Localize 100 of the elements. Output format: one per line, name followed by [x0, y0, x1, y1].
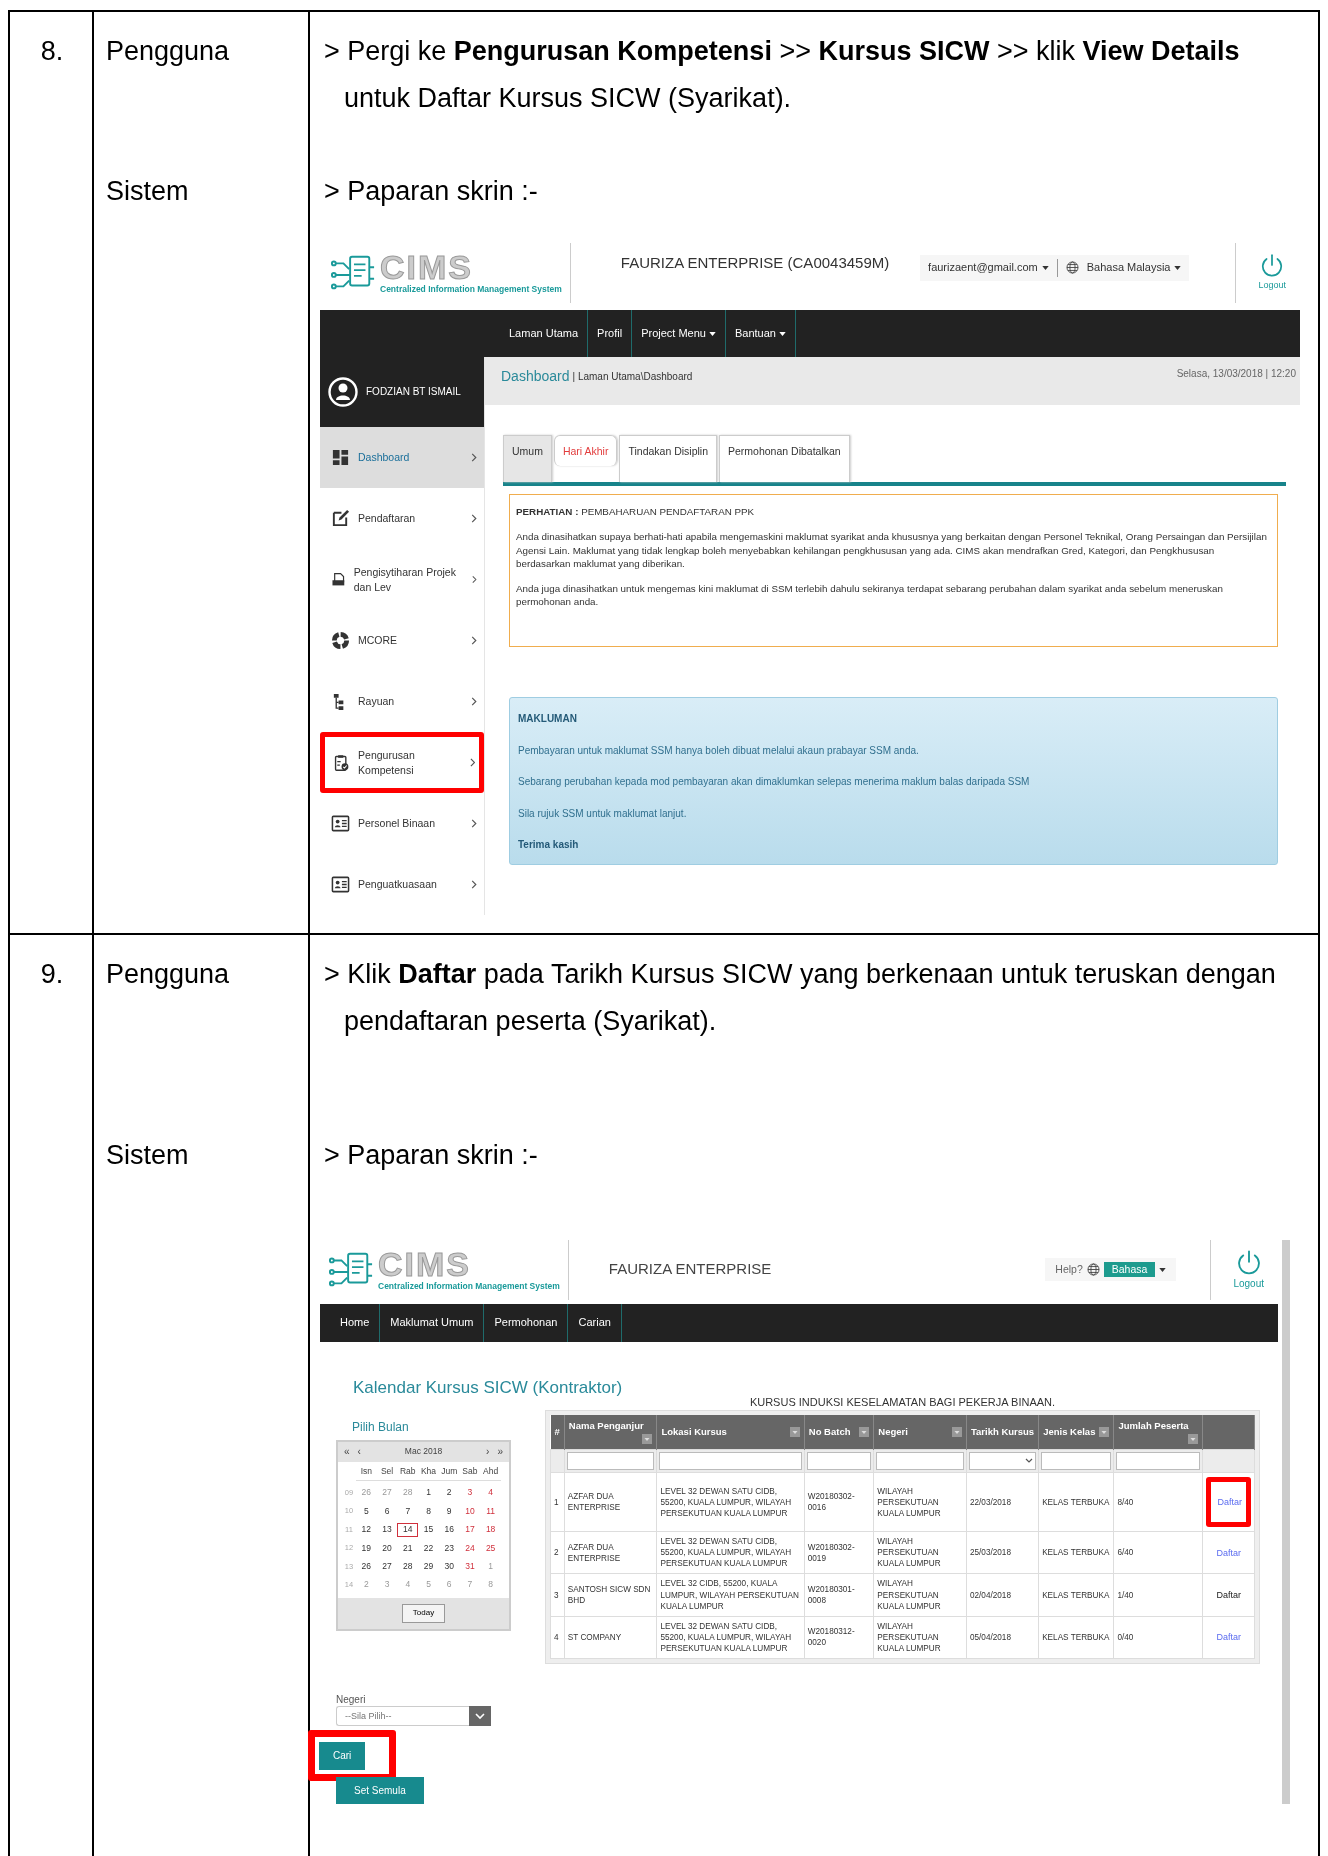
- nav-link[interactable]: Home: [330, 1303, 381, 1342]
- table-cell: 05/04/2018: [966, 1616, 1039, 1659]
- sidebar-item[interactable]: Pengisytiharan Projek dan Lev: [320, 549, 484, 610]
- calendar-day[interactable]: 13: [376, 1523, 398, 1537]
- calendar-nav-button[interactable]: ›: [486, 1444, 490, 1459]
- field-label: Pilih Bulan: [352, 1419, 410, 1436]
- weekday-label: Rab: [397, 1465, 419, 1482]
- filter-field[interactable]: [876, 1452, 964, 1471]
- calendar-day[interactable]: 22: [418, 1541, 439, 1555]
- table-cell: 3: [550, 1573, 565, 1617]
- calendar-day[interactable]: 11: [480, 1504, 501, 1519]
- caret-icon: [778, 331, 786, 336]
- column-header[interactable]: #: [554, 1425, 560, 1437]
- calendar-nav-button[interactable]: ‹: [357, 1444, 361, 1459]
- calendar-day[interactable]: 12: [356, 1523, 377, 1537]
- calendar-day[interactable]: 10: [459, 1504, 481, 1519]
- calendar-day[interactable]: 31: [459, 1560, 481, 1574]
- calendar-day[interactable]: 2: [438, 1486, 460, 1500]
- calendar-day[interactable]: 16: [438, 1523, 460, 1537]
- chevron-right-icon: [471, 819, 477, 828]
- action-button[interactable]: Cari: [319, 1742, 366, 1770]
- globe-icon: [1086, 1263, 1100, 1276]
- filter-icon: [1188, 1434, 1199, 1445]
- scrollbar[interactable]: [1282, 1239, 1290, 1805]
- calendar-day[interactable]: 7: [397, 1504, 419, 1519]
- column-header[interactable]: Negeri: [878, 1425, 908, 1437]
- table-cell: 8/40: [1113, 1472, 1203, 1532]
- calendar-day[interactable]: 14: [397, 1523, 419, 1537]
- chevron-right-icon: [471, 880, 477, 889]
- calendar-day[interactable]: 20: [376, 1541, 398, 1555]
- calendar-day[interactable]: 6: [376, 1504, 398, 1519]
- filter-field[interactable]: [566, 1452, 655, 1471]
- table-cell: LEVEL 32 DEWAN SATU CIDB, 55200, KUALA LUMPUR, WILAYAH PERSEKUTUAN KUALA LUMPUR: [656, 1531, 805, 1574]
- calendar-nav-button[interactable]: »: [497, 1444, 503, 1459]
- language-dropdown[interactable]: Bahasa Malaysia: [1086, 260, 1182, 275]
- register-link[interactable]: Daftar: [1216, 1547, 1241, 1558]
- action-button[interactable]: Set Semula: [336, 1776, 424, 1805]
- sidebar-item[interactable]: Pendaftaran: [320, 488, 484, 549]
- calendar-day[interactable]: 26: [356, 1560, 377, 1574]
- tab[interactable]: Umum: [503, 435, 552, 483]
- instruction-text: > Paparan skrin :-: [323, 1138, 539, 1172]
- nav-link[interactable]: Maklumat Umum: [380, 1303, 485, 1342]
- calendar-day[interactable]: 15: [418, 1523, 439, 1537]
- table-cell: 02/04/2018: [966, 1573, 1039, 1617]
- account-dropdown[interactable]: faurizaent@gmail.com: [928, 260, 1049, 275]
- help-link[interactable]: Help?: [1055, 1262, 1083, 1277]
- calendar-day[interactable]: 23: [438, 1541, 460, 1555]
- filter-field[interactable]: [1041, 1452, 1112, 1471]
- info-title: MAKLUMAN: [518, 712, 578, 726]
- calendar-day[interactable]: 1: [418, 1486, 439, 1500]
- sidebar-item[interactable]: MCORE: [320, 610, 484, 671]
- calendar-day[interactable]: 8: [418, 1504, 439, 1519]
- calendar-day[interactable]: 27: [376, 1560, 398, 1574]
- chevron-down-icon: [1025, 1458, 1034, 1465]
- sidebar-item[interactable]: Penguatkuasaan: [320, 854, 484, 915]
- column-header[interactable]: Lokasi Kursus: [661, 1425, 727, 1437]
- filter-select[interactable]: [968, 1452, 1037, 1471]
- calendar-day[interactable]: 30: [438, 1560, 460, 1574]
- logout-button[interactable]: Logout: [1258, 253, 1286, 292]
- calendar-day[interactable]: 5: [356, 1504, 377, 1519]
- filter-field[interactable]: [806, 1452, 872, 1471]
- nav-link[interactable]: Carian: [568, 1303, 622, 1342]
- register-link[interactable]: Daftar: [1217, 1497, 1242, 1508]
- calendar-day[interactable]: 17: [459, 1523, 481, 1537]
- caret-icon: [1174, 265, 1182, 270]
- today-button[interactable]: Today: [401, 1603, 446, 1623]
- calendar-day[interactable]: 21: [397, 1541, 419, 1555]
- sidebar-item[interactable]: Pengurusan Kompetensi: [320, 732, 484, 793]
- calendar-day[interactable]: 24: [459, 1541, 481, 1555]
- nav-link[interactable]: Permohonan: [484, 1303, 569, 1342]
- sidebar-item[interactable]: Personel Binaan: [320, 793, 484, 854]
- role-label: Sistem: [105, 1138, 190, 1172]
- calendar-day[interactable]: 18: [480, 1523, 501, 1537]
- instruction-text: > Paparan skrin :-: [323, 175, 539, 208]
- calendar-day[interactable]: 3: [459, 1486, 481, 1500]
- table-cell: KELAS TERBUKA: [1038, 1573, 1114, 1617]
- calendar-nav-button[interactable]: «: [344, 1444, 350, 1459]
- sidebar-item[interactable]: Dashboard: [320, 427, 484, 488]
- field-label: Negeri: [336, 1692, 367, 1707]
- calendar-day[interactable]: 25: [480, 1541, 501, 1555]
- state-select[interactable]: --Sila Pilih--: [336, 1706, 469, 1727]
- register-link[interactable]: Daftar: [1216, 1632, 1241, 1643]
- filter-field[interactable]: [659, 1452, 802, 1471]
- calendar-day[interactable]: 19: [356, 1541, 377, 1555]
- weekday-label: Isn: [356, 1465, 377, 1482]
- logo-text: CIMS: [380, 249, 473, 284]
- table-cell: W20180302-0016: [804, 1472, 874, 1532]
- logout-button[interactable]: Logout: [1233, 1248, 1264, 1291]
- tab[interactable]: Permohonan Dibatalkan: [719, 435, 850, 483]
- chevron-down-icon: [469, 1706, 491, 1727]
- filter-field[interactable]: [1116, 1452, 1201, 1471]
- sidebar-item[interactable]: Rayuan: [320, 671, 484, 732]
- calendar-day[interactable]: 4: [480, 1486, 501, 1500]
- calendar-day[interactable]: 29: [418, 1560, 439, 1574]
- table-cell: KELAS TERBUKA: [1038, 1472, 1114, 1532]
- logo-text: CIMS: [378, 1246, 471, 1281]
- calendar-day[interactable]: 28: [397, 1560, 419, 1574]
- tab[interactable]: Tindakan Disiplin: [619, 435, 717, 483]
- calendar-day[interactable]: 9: [438, 1504, 460, 1519]
- table-cell: 22/03/2018: [966, 1472, 1039, 1532]
